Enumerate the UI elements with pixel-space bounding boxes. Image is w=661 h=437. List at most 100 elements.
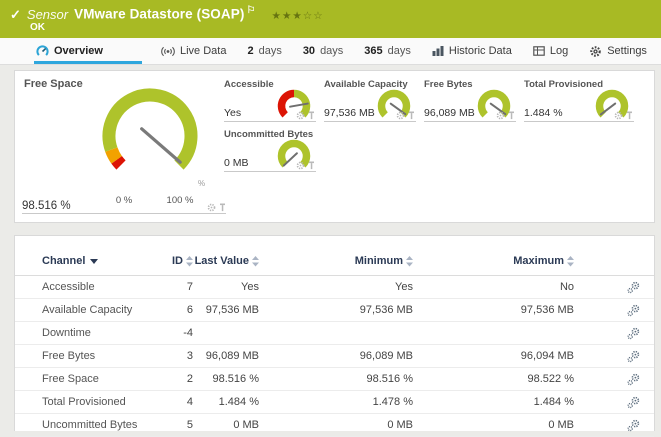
- cell-id: 3: [167, 350, 193, 362]
- cell-minimum: 0 MB: [259, 419, 413, 431]
- sort-icon: [567, 256, 574, 267]
- channel-gear-icon[interactable]: [614, 111, 623, 120]
- cell-channel: Free Bytes: [42, 350, 167, 362]
- tab-30-days-number: 30: [303, 45, 315, 57]
- cell-last-value: 96,089 MB: [193, 350, 259, 362]
- tab-overview-label: Overview: [54, 45, 103, 57]
- tab-historic-data-label: Historic Data: [449, 45, 512, 57]
- cell-minimum: Yes: [259, 281, 413, 293]
- flag-icon[interactable]: ⚐: [246, 5, 255, 16]
- column-header-id[interactable]: ID: [167, 255, 193, 267]
- tab-365-days[interactable]: 365 days: [362, 38, 413, 64]
- cell-minimum: 97,536 MB: [259, 304, 413, 316]
- cell-channel: Uncommitted Bytes: [42, 419, 167, 431]
- gauge-free-bytes-title: Free Bytes: [424, 79, 473, 90]
- stars-empty: ☆☆: [303, 10, 324, 22]
- tab-2-days[interactable]: 2 days: [245, 38, 283, 64]
- status-badge: OK: [30, 22, 45, 33]
- cell-last-value: 0 MB: [193, 419, 259, 431]
- table-row[interactable]: Downtime -4: [15, 322, 654, 345]
- channel-pin-icon[interactable]: [308, 161, 315, 170]
- table-row[interactable]: Available Capacity 6 97,536 MB 97,536 MB…: [15, 299, 654, 322]
- gauge-free-bytes-dial: [474, 86, 514, 126]
- stars-filled: ★★★: [272, 10, 303, 22]
- channel-pin-icon[interactable]: [508, 111, 515, 120]
- gauge-free-space-dial: [97, 83, 203, 189]
- tab-30-days[interactable]: 30 days: [301, 38, 346, 64]
- table-row[interactable]: Free Bytes 3 96,089 MB 96,089 MB 96,094 …: [15, 345, 654, 368]
- column-header-channel[interactable]: Channel: [42, 255, 167, 267]
- channel-settings-gears-icon[interactable]: [627, 304, 640, 317]
- cell-minimum: 96,089 MB: [259, 350, 413, 362]
- cell-last-value: 98.516 %: [193, 373, 259, 385]
- column-header-id-label: ID: [172, 255, 183, 267]
- gauge-available-capacity: Available Capacity 97,536 MB: [324, 79, 416, 122]
- tab-overview[interactable]: Overview: [34, 38, 142, 64]
- sort-icon: [186, 256, 193, 267]
- signal-icon: [161, 46, 175, 57]
- table-row[interactable]: Accessible 7 Yes Yes No: [15, 276, 654, 299]
- column-header-minimum[interactable]: Minimum: [259, 255, 413, 267]
- channel-pin-icon[interactable]: [219, 203, 226, 212]
- table-row[interactable]: Uncommitted Bytes 5 0 MB 0 MB 0 MB: [15, 414, 654, 437]
- log-table-icon: [533, 46, 545, 56]
- channel-settings-gears-icon[interactable]: [627, 396, 640, 409]
- table-row[interactable]: Free Space 2 98.516 % 98.516 % 98.522 %: [15, 368, 654, 391]
- bar-chart-icon: [432, 46, 444, 56]
- gauge-free-bytes-value: 96,089 MB: [424, 107, 475, 119]
- cell-last-value: Yes: [193, 281, 259, 293]
- table-row[interactable]: Total Provisioned 4 1.484 % 1.478 % 1.48…: [15, 391, 654, 414]
- cell-minimum: 1.478 %: [259, 396, 413, 408]
- cell-id: -4: [167, 327, 193, 339]
- cell-channel: Downtime: [42, 327, 167, 339]
- sort-descending-icon: [90, 259, 98, 264]
- cell-maximum: No: [413, 281, 574, 293]
- gauge-accessible-title: Accessible: [224, 79, 274, 90]
- channel-gear-icon[interactable]: [207, 203, 216, 212]
- cell-id: 4: [167, 396, 193, 408]
- cell-id: 5: [167, 419, 193, 431]
- gauge-total-provisioned-dial: [592, 86, 632, 126]
- object-kind-label: Sensor: [27, 7, 68, 22]
- tab-365-days-label: days: [388, 45, 411, 57]
- gauge-total-provisioned: Total Provisioned 1.484 %: [524, 79, 634, 122]
- column-header-maximum[interactable]: Maximum: [413, 255, 574, 267]
- channel-gear-icon[interactable]: [296, 111, 305, 120]
- gauge-total-provisioned-value: 1.484 %: [524, 107, 563, 119]
- column-header-last-value[interactable]: Last Value: [193, 255, 259, 267]
- gauge-uncommitted-bytes-value: 0 MB: [224, 157, 249, 169]
- gauge-uncommitted-bytes: Uncommitted Bytes 0 MB: [224, 129, 316, 172]
- cell-last-value: 1.484 %: [193, 396, 259, 408]
- channel-gear-icon[interactable]: [296, 161, 305, 170]
- channel-pin-icon[interactable]: [626, 111, 633, 120]
- tab-log-label: Log: [550, 45, 568, 57]
- tab-2-days-label: days: [259, 45, 282, 57]
- column-header-channel-label: Channel: [42, 255, 85, 267]
- cell-maximum: 97,536 MB: [413, 304, 574, 316]
- gauge-free-bytes: Free Bytes 96,089 MB: [424, 79, 516, 122]
- sort-icon: [252, 256, 259, 267]
- channel-pin-icon[interactable]: [308, 111, 315, 120]
- status-check-icon: ✓: [10, 8, 21, 21]
- channel-settings-gears-icon[interactable]: [627, 281, 640, 294]
- channel-settings-gears-icon[interactable]: [627, 373, 640, 386]
- channel-settings-gears-icon[interactable]: [627, 350, 640, 363]
- cell-id: 6: [167, 304, 193, 316]
- priority-stars[interactable]: ★★★☆☆: [272, 10, 324, 22]
- channel-settings-gears-icon[interactable]: [627, 327, 640, 340]
- gauge-unit-label: %: [198, 179, 205, 188]
- tab-settings[interactable]: Settings: [587, 38, 649, 64]
- tab-bar: Overview Live Data 2 days 30 days 365 da…: [0, 38, 661, 65]
- page-title: VMware Datastore (SOAP)⚐: [74, 5, 255, 22]
- cell-channel: Accessible: [42, 281, 167, 293]
- cell-channel: Available Capacity: [42, 304, 167, 316]
- tab-historic-data[interactable]: Historic Data: [430, 38, 514, 64]
- tab-live-data[interactable]: Live Data: [159, 38, 228, 64]
- channel-gear-icon[interactable]: [396, 111, 405, 120]
- gauge-free-space-value: 98.516 %: [22, 200, 71, 212]
- tab-log[interactable]: Log: [531, 38, 570, 64]
- cell-last-value: 97,536 MB: [193, 304, 259, 316]
- channel-gear-icon[interactable]: [496, 111, 505, 120]
- tab-settings-label: Settings: [607, 45, 647, 57]
- channel-pin-icon[interactable]: [408, 111, 415, 120]
